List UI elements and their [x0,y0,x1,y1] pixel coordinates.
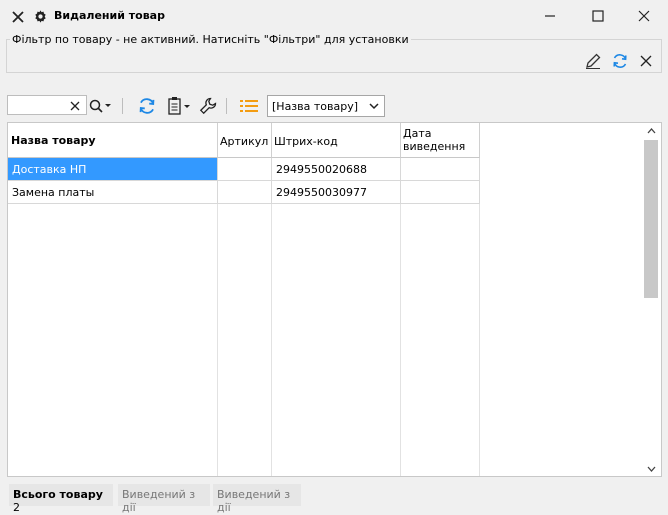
refresh-filter-icon[interactable] [610,51,630,71]
window-close-icon[interactable] [636,8,652,24]
scroll-down-icon[interactable] [645,464,657,474]
search-options-icon[interactable] [88,97,112,115]
total-items-label: Всього товару [13,488,103,501]
close-icon[interactable] [11,10,25,24]
column-header-barcode[interactable]: Штрих-код [272,123,401,158]
table-row-cell-barcode[interactable]: 2949550030977 [272,181,401,204]
table-row-cell-date[interactable] [401,181,480,204]
toolbar-separator [226,98,227,114]
column-header-article[interactable]: Артикул [218,123,272,158]
maximize-icon[interactable] [590,8,606,24]
clear-search-icon[interactable] [68,99,82,113]
table-row-cell-name[interactable]: Доставка НП [8,158,218,181]
toolbar-separator [122,98,123,114]
gear-icon[interactable] [33,9,47,23]
filter-status-text: Фільтр по товару - не активний. Натисніт… [10,33,411,46]
wrench-icon[interactable] [198,96,218,116]
column-header-date[interactable]: Дата виведення [401,123,480,158]
table-row-cell-article[interactable] [218,181,272,204]
list-icon[interactable] [238,96,260,116]
chevron-down-icon [368,101,380,111]
scroll-up-icon[interactable] [645,126,657,136]
items-grid: Назва товару Артикул Штрих-код Дата виве… [7,122,662,477]
clipboard-menu-icon[interactable] [166,95,192,117]
minimize-icon[interactable] [542,8,558,24]
table-row-cell-name[interactable]: Замена платы [8,181,218,204]
total-items-badge: Всього товару 2 [9,484,113,514]
clear-filter-icon[interactable] [637,52,655,70]
status-badge: Виведений з дії [118,484,210,514]
column-header-name[interactable]: Назва товару [8,123,218,158]
status-badge: Виведений з дії [213,484,301,514]
scrollbar-thumb[interactable] [644,140,658,298]
table-row-cell-barcode[interactable]: 2949550020688 [272,158,401,181]
sort-field-select[interactable]: [Назва товару] [267,95,385,117]
total-items-count: 2 [13,501,20,514]
edit-filter-icon[interactable] [584,52,602,70]
title-bar: Видалений товар [0,0,668,32]
window-title: Видалений товар [54,9,165,22]
sort-field-value: [Назва товару] [272,100,359,113]
table-row-cell-date[interactable] [401,158,480,181]
refresh-icon[interactable] [136,95,158,117]
table-row-cell-article[interactable] [218,158,272,181]
